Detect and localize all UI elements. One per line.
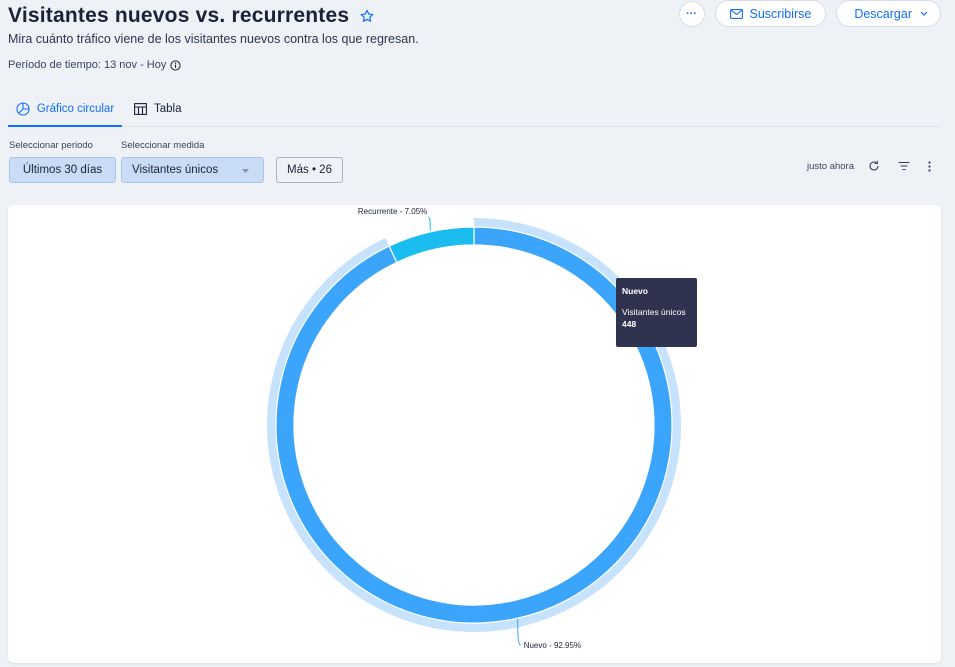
more-actions-button[interactable]: ··· — [678, 0, 705, 27]
tab-pie-chart-label: Gráfico circular — [36, 102, 115, 115]
mail-icon — [729, 8, 743, 19]
subscribe-button[interactable]: Suscribirse — [714, 0, 827, 27]
tab-table-label: Tabla — [154, 102, 182, 115]
data-label-nuevo: Nuevo - 92.95% — [524, 641, 581, 650]
caret-down-icon — [242, 169, 249, 173]
table-icon — [134, 102, 147, 115]
period-filter-label: Seleccionar periodo — [9, 140, 93, 151]
tooltip-value: 448 — [622, 319, 637, 329]
page-subtitle: Mira cuánto tráfico viene de los visitan… — [8, 32, 419, 46]
data-label-recurrente: Recurrente - 7.05% — [358, 207, 427, 216]
star-icon[interactable] — [359, 8, 375, 24]
measure-select-value: Visitantes únicos — [132, 164, 219, 176]
leader-line-recurrente — [428, 216, 431, 231]
view-tabs: Gráfico circular Tabla — [8, 92, 941, 127]
pie-chart-icon — [16, 101, 30, 116]
tab-pie-chart[interactable]: Gráfico circular — [8, 92, 122, 127]
slice-nuevo[interactable] — [275, 226, 673, 624]
time-period-text: Período de tiempo: 13 nov - Hoy — [8, 59, 167, 71]
chevron-down-icon — [920, 11, 928, 16]
measure-filter-label: Seleccionar medida — [121, 140, 205, 151]
donut-chart: Nuevo - 92.95% Recurrente - 7.05% — [266, 207, 681, 650]
refresh-icon[interactable] — [868, 160, 880, 172]
chart-toolbar: justo ahora — [807, 160, 931, 172]
period-select[interactable]: Últimos 30 días — [9, 157, 116, 183]
more-filters-label: Más • 26 — [287, 164, 332, 176]
header-actions: ··· Suscribirse Descargar — [678, 0, 941, 27]
chart-card: Nuevo - 92.95% Recurrente - 7.05% Nuevo V… — [8, 205, 941, 663]
download-button[interactable]: Descargar — [836, 0, 941, 27]
tooltip-measure: Visitantes únicos — [622, 307, 686, 317]
subscribe-label: Suscribirse — [749, 6, 812, 21]
page-title: Visitantes nuevos vs. recurrentes — [8, 4, 350, 27]
info-icon[interactable] — [170, 59, 181, 71]
tab-table[interactable]: Tabla — [134, 92, 182, 125]
measure-select[interactable]: Visitantes únicos — [121, 157, 264, 183]
last-updated-text: justo ahora — [806, 160, 854, 172]
kebab-menu-icon[interactable] — [928, 160, 931, 172]
tooltip-title: Nuevo — [622, 286, 648, 296]
more-filters-button[interactable]: Más • 26 — [276, 157, 343, 183]
filter-icon[interactable] — [898, 161, 910, 171]
download-label: Descargar — [854, 6, 912, 21]
chart-tooltip: Nuevo Visitantes únicos 448 — [616, 278, 697, 347]
time-period: Período de tiempo: 13 nov - Hoy — [8, 59, 955, 71]
period-select-value: Últimos 30 días — [22, 164, 103, 176]
slice-recurrente[interactable] — [388, 226, 475, 264]
